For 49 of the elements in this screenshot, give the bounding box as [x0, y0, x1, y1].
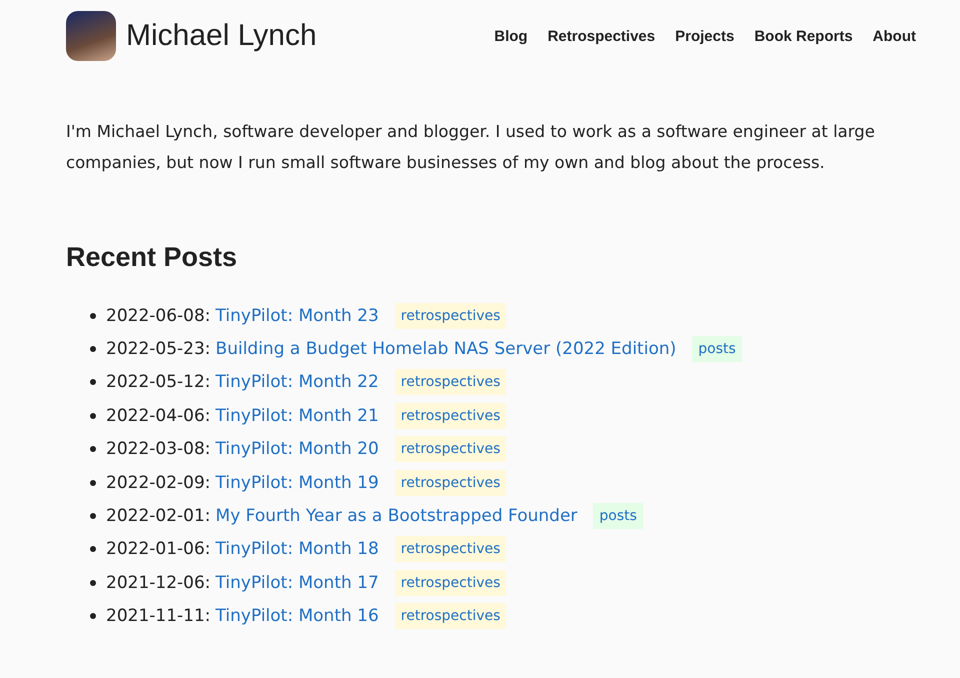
bullet-icon [90, 446, 96, 452]
nav-link[interactable]: Book Reports [754, 28, 853, 44]
post-date: 2022-05-12: [106, 372, 211, 392]
post-tag[interactable]: retrospectives [394, 369, 506, 396]
post-tag[interactable]: retrospectives [394, 536, 506, 562]
avatar-photo-placeholder [66, 11, 116, 61]
post-date: 2022-02-09: [106, 472, 211, 493]
bullet-icon [90, 312, 96, 319]
post-link[interactable]: TinyPilot: Month 17 [216, 572, 379, 593]
bullet-icon [90, 346, 96, 352]
bullet-icon [90, 412, 96, 419]
bullet-icon [90, 379, 96, 386]
post-link[interactable]: TinyPilot: Month 20 [216, 439, 379, 460]
section-heading: Recent Posts [66, 242, 238, 273]
post-link[interactable]: TinyPilot: Month 22 [216, 372, 379, 392]
post-link[interactable]: Building a Budget Homelab NAS Server (2022 Edition) [216, 339, 676, 360]
post-date: 2022-02-01: [106, 506, 211, 526]
nav-link[interactable]: Retrospectives [548, 28, 656, 44]
post-tag[interactable]: retrospectives [394, 302, 506, 329]
post-date: 2021-12-06: [106, 572, 211, 593]
bullet-icon [90, 613, 96, 620]
post-date: 2022-01-06: [106, 539, 211, 560]
bullet-icon [90, 546, 96, 552]
post-date: 2022-04-06: [106, 406, 211, 426]
post-tag[interactable]: retrospectives [394, 603, 506, 630]
bullet-icon [90, 580, 96, 586]
post-link[interactable]: My Fourth Year as a Bootstrapped Founder [216, 506, 578, 526]
intro-paragraph: I'm Michael Lynch, software developer and blogger. I used to work as a software engineer at large companies, but now I run small software businesses of my own and blog about the process. [66, 121, 876, 174]
post-link[interactable]: TinyPilot: Month 18 [216, 539, 379, 560]
nav-link[interactable]: Projects [675, 28, 734, 44]
nav-link[interactable]: About [872, 28, 916, 44]
post-tag[interactable]: retrospectives [394, 570, 506, 596]
post-link[interactable]: TinyPilot: Month 23 [216, 306, 379, 326]
nav-link[interactable]: Blog [494, 28, 528, 44]
post-tag[interactable]: retrospectives [394, 470, 506, 496]
post-tag[interactable]: posts [593, 503, 643, 530]
post-tag[interactable]: posts [692, 336, 742, 362]
post-link[interactable]: TinyPilot: Month 16 [216, 606, 379, 626]
post-link[interactable]: TinyPilot: Month 21 [216, 406, 379, 426]
post-tag[interactable]: retrospectives [394, 402, 506, 429]
post-date: 2021-11-11: [106, 606, 211, 626]
post-date: 2022-05-23: [106, 339, 211, 360]
site-title[interactable]: Michael Lynch [126, 19, 317, 53]
bullet-icon [90, 513, 96, 520]
bullet-icon [90, 480, 96, 486]
post-date: 2022-03-08: [106, 439, 211, 460]
post-tag[interactable]: retrospectives [394, 436, 506, 462]
post-date: 2022-06-08: [106, 306, 211, 326]
post-link[interactable]: TinyPilot: Month 19 [216, 472, 379, 493]
